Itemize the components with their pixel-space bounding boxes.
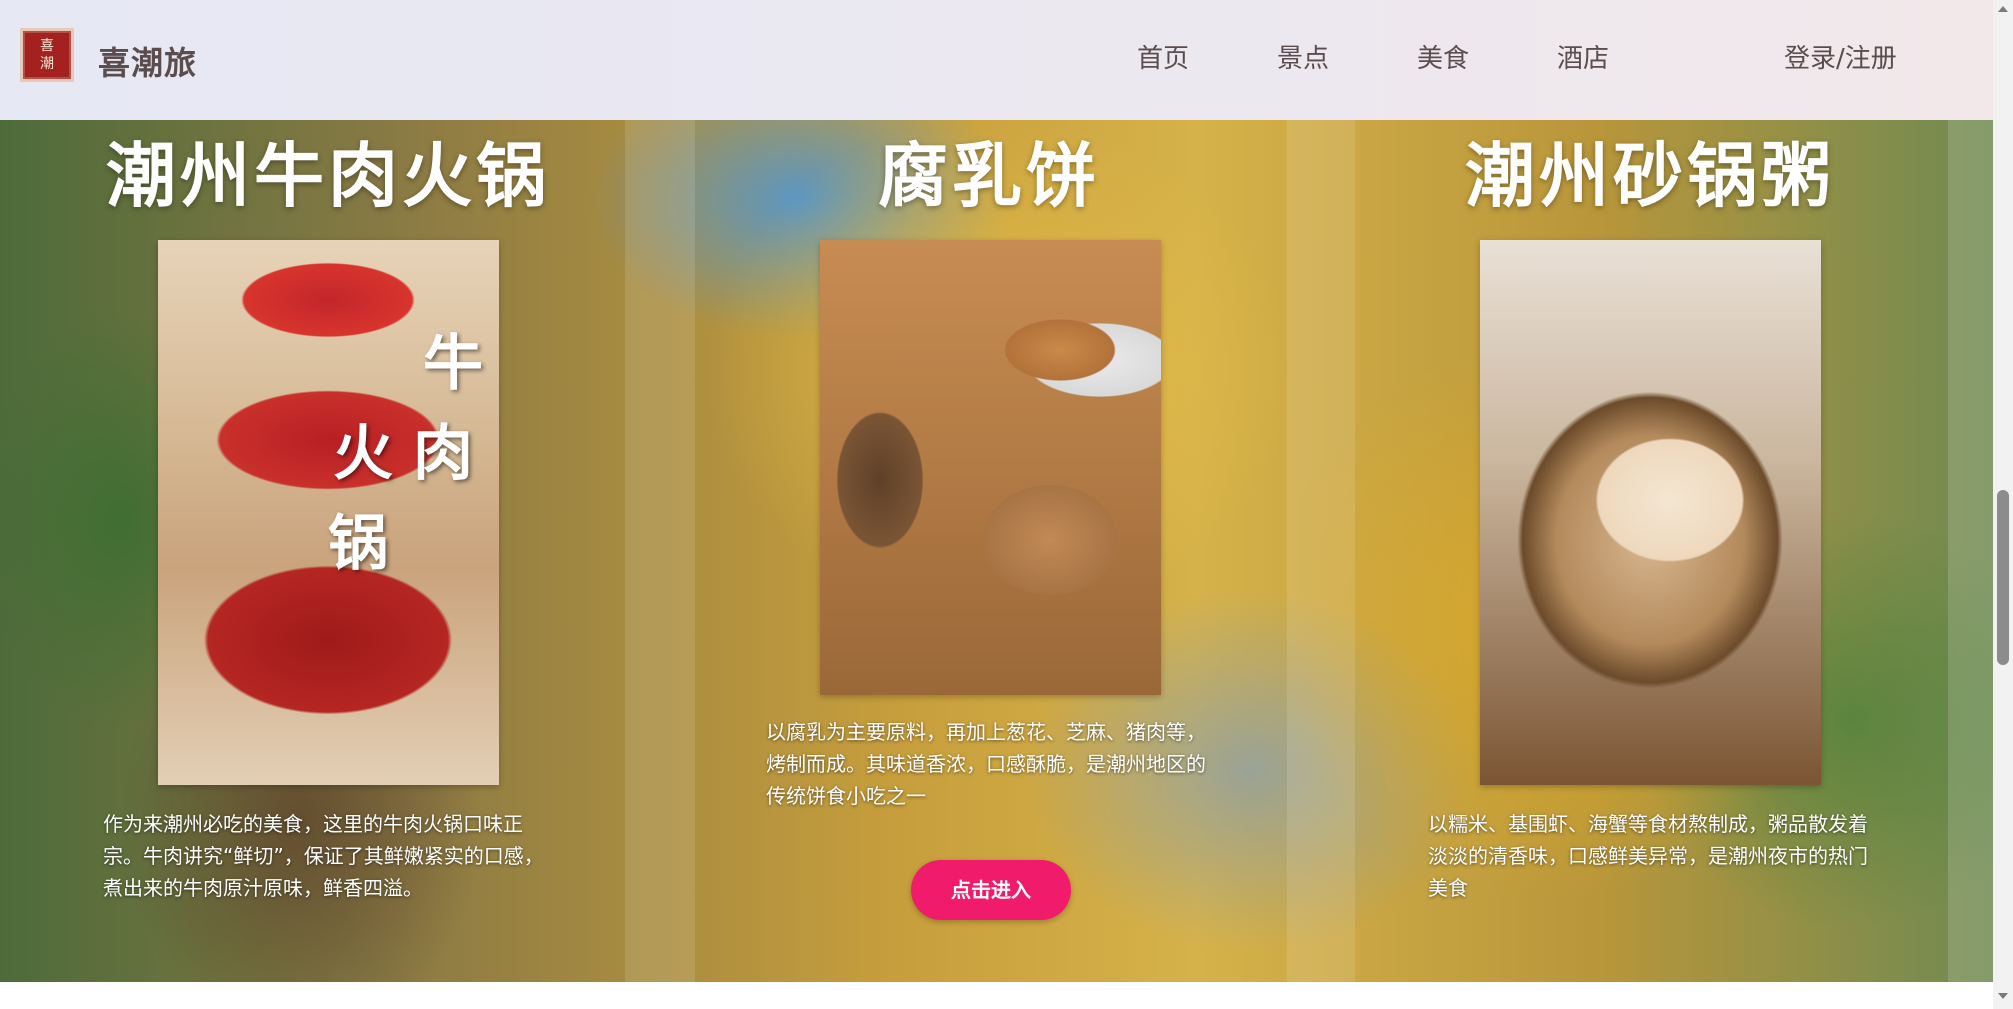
logo-icon[interactable]: 喜 潮 — [20, 28, 74, 82]
image-overlay-char: 牛 — [423, 329, 483, 399]
image-overlay-char: 火 — [333, 419, 393, 489]
card-description: 作为来潮州必吃的美食，这里的牛肉火锅口味正宗。牛肉讲究“鲜切”，保证了其鲜嫩紧实… — [103, 812, 544, 900]
scroll-thumb[interactable] — [1997, 490, 2009, 665]
vertical-scrollbar[interactable] — [1993, 0, 2013, 1009]
logo-char: 喜 — [40, 38, 54, 54]
brand-name[interactable]: 喜潮旅 — [98, 38, 197, 84]
login-register-link[interactable]: 登录/注册 — [1784, 38, 1897, 75]
card-description: 以糯米、基围虾、海蟹等食材熬制成，粥品散发着淡淡的清香味，口感鲜美异常，是潮州夜… — [1428, 812, 1868, 900]
card-title: 潮州牛肉火锅 — [106, 135, 550, 217]
scroll-down-icon[interactable] — [1998, 993, 2008, 999]
card-title: 腐乳饼 — [878, 135, 1100, 217]
furu-cake-image — [820, 240, 1161, 695]
nav-food[interactable]: 美食 — [1417, 38, 1469, 75]
image-overlay-char: 肉 — [413, 419, 473, 489]
casserole-congee-image — [1480, 240, 1821, 785]
nav-hotel[interactable]: 酒店 — [1557, 38, 1609, 75]
scroll-up-icon[interactable] — [1998, 6, 2008, 12]
background-divider — [625, 120, 695, 982]
background-edge — [1948, 120, 1993, 982]
logo-char: 潮 — [40, 56, 54, 72]
image-overlay-char: 锅 — [328, 509, 388, 579]
top-navbar: 喜 潮 喜潮旅 首页 景点 美食 酒店 登录/注册 — [0, 0, 1993, 120]
card-title: 潮州砂锅粥 — [1465, 135, 1835, 217]
food-card-furu-cake: 腐乳饼 以腐乳为主要原料，再加上葱花、芝麻、猪肉等，烤制而成。其味道香浓，口感酥… — [709, 120, 1269, 982]
food-card-casserole-congee: 潮州砂锅粥 以糯米、基围虾、海蟹等食材熬制成，粥品散发着淡淡的清香味，口感鲜美异… — [1370, 120, 1930, 982]
nav-spots[interactable]: 景点 — [1277, 38, 1329, 75]
food-card-beef-hotpot: 潮州牛肉火锅 牛 肉 火 锅 作为来潮州必吃的美食，这里的牛肉火锅口味正宗。牛肉… — [48, 120, 608, 982]
nav-home[interactable]: 首页 — [1137, 38, 1189, 75]
beef-hotpot-image: 牛 肉 火 锅 — [158, 240, 499, 785]
enter-button[interactable]: 点击进入 — [911, 860, 1071, 920]
card-description: 以腐乳为主要原料，再加上葱花、芝麻、猪肉等，烤制而成。其味道香浓，口感酥脆，是潮… — [766, 720, 1206, 808]
page-bottom — [0, 982, 1993, 1009]
background-divider — [1287, 120, 1355, 982]
